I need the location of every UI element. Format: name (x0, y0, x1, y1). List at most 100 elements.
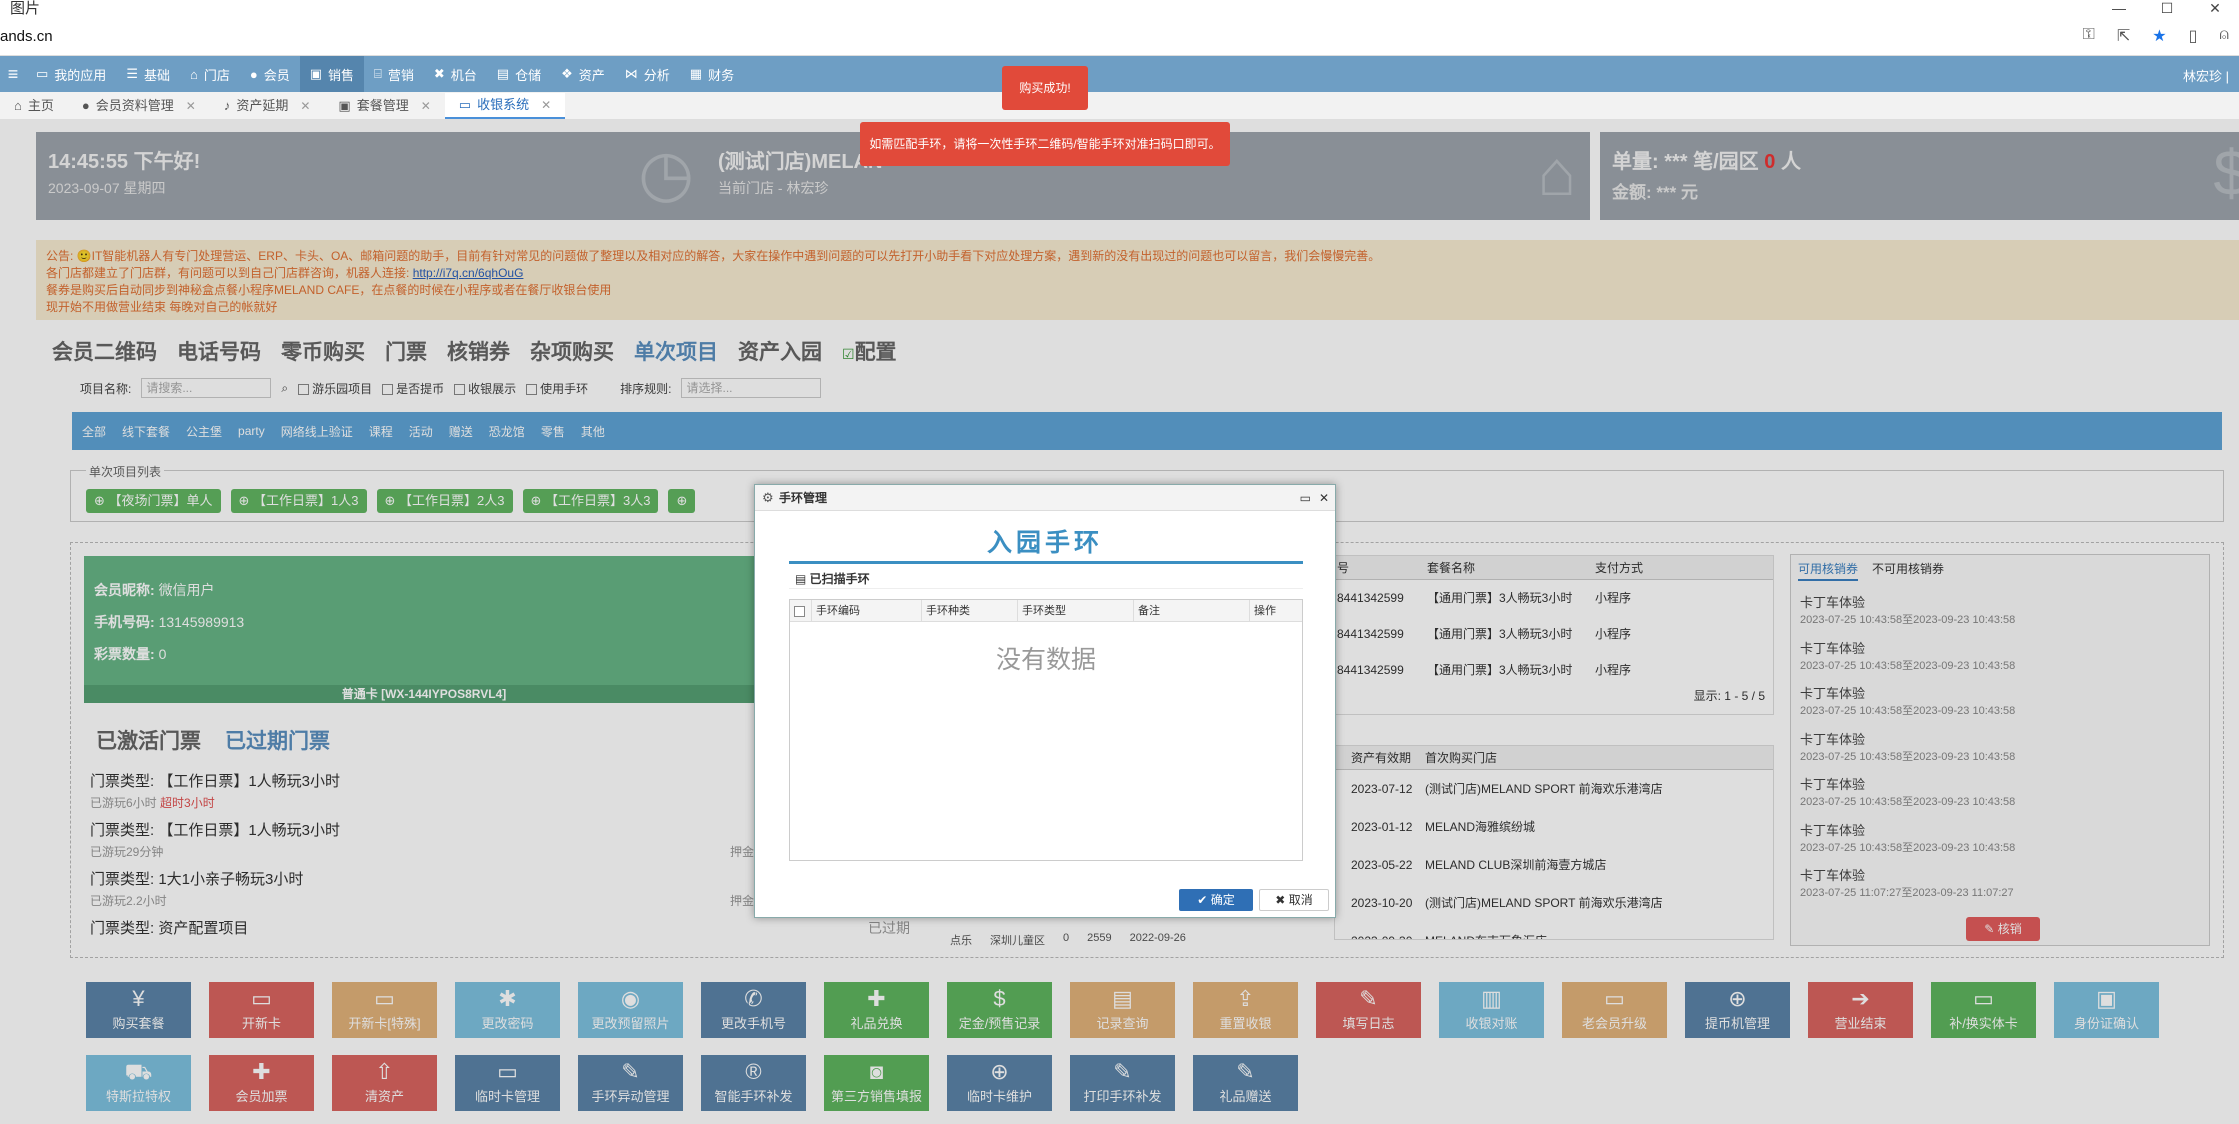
share-nodes-icon: ⋈ (624, 66, 638, 81)
dialog-title: 手环管理 (779, 491, 828, 505)
close-tab-icon[interactable]: ✕ (186, 93, 196, 119)
maximize-icon[interactable]: ▭ (1300, 485, 1311, 511)
user-icon: ● (249, 66, 258, 82)
nav-label: 会员 (263, 67, 290, 83)
col-header: 备注 (1134, 600, 1250, 621)
checkbox[interactable] (794, 605, 805, 617)
key-icon[interactable]: ⚿ (2083, 26, 2095, 46)
tab-label: 套餐管理 (356, 98, 409, 113)
close-icon[interactable]: ✕ (1319, 485, 1329, 511)
share-icon[interactable]: ⇱ (2117, 26, 2130, 46)
minimize-icon[interactable]: — (2095, 0, 2143, 26)
close-icon: ✖ (1275, 893, 1289, 907)
cancel-label: 取消 (1288, 893, 1313, 907)
menu-icon[interactable]: ≡ (0, 64, 26, 85)
tab-home[interactable]: ⌂ 主页 (0, 93, 68, 119)
nav-label: 门店 (203, 67, 230, 83)
cancel-button[interactable]: ✖ 取消 (1259, 889, 1329, 911)
warehouse-icon: ▤ (496, 66, 510, 81)
page-tabs: ⌂ 主页 ● 会员资料管理 ✕ ♪ 资产延期 ✕ ▣ 套餐管理 ✕ ▭ 收银系统 ✕ (0, 92, 2239, 120)
dialog-heading: 入园手环 (986, 529, 1103, 557)
window-controls: — ☐ ✕ (2095, 0, 2239, 26)
wristband-table-header: 手环编码 手环种类 手环类型 备注 操作 (790, 600, 1302, 622)
wristband-table: 手环编码 手环种类 手环类型 备注 操作 没有数据 (789, 599, 1303, 861)
dialog-header: ⚙ 手环管理 ▭ ✕ (755, 485, 1335, 511)
tab-package[interactable]: ▣ 套餐管理 ✕ (324, 93, 444, 119)
monitor-icon: ▭ (36, 66, 49, 81)
scanned-text: 已扫描手环 (809, 572, 870, 586)
nav-item-machine[interactable]: ✖ 机台 (424, 56, 487, 92)
window-title-bar: 图片 (0, 0, 2239, 26)
nav-item-marketing[interactable]: ⌸ 营销 (364, 56, 424, 92)
heading-divider (789, 561, 1303, 564)
check-icon: ✔ (1197, 893, 1211, 907)
bank-icon: ⌸ (374, 66, 382, 81)
nav-item-assets[interactable]: ❖ 资产 (551, 56, 615, 92)
gamepad-icon: ✖ (433, 66, 445, 81)
sitemap-icon: ⌂ (189, 66, 198, 82)
empty-message: 没有数据 (995, 646, 1096, 674)
home-icon: ⌂ (14, 98, 22, 113)
address-bar[interactable] (0, 24, 2239, 56)
nav-item-analysis[interactable]: ⋈ 分析 (615, 56, 680, 92)
url-text[interactable]: ands.cn (0, 28, 53, 45)
briefcase-icon: ▣ (309, 66, 323, 81)
window-title: 图片 (10, 0, 41, 17)
sidebar-icon[interactable]: ▯ (2189, 26, 2198, 46)
col-header: 手环编码 (812, 600, 922, 621)
nav-label: 基础 (143, 67, 170, 83)
bell-icon: ♪ (223, 98, 231, 113)
close-tab-icon[interactable]: ✕ (421, 93, 431, 119)
dialog-controls: ▭ ✕ (1300, 485, 1329, 511)
tab-label: 主页 (27, 98, 54, 113)
maximize-icon[interactable]: ☐ (2143, 0, 2191, 26)
nav-label: 仓储 (515, 67, 542, 83)
main-nav: ≡ ▭ 我的应用 ☰ 基础 ⌂ 门店 ● 会员 ▣ 销售 ⌸ 营销 ✖ 机台 ▤ 仓储 ❖ 资产 … (0, 56, 2239, 92)
close-tab-icon[interactable]: ✕ (541, 92, 551, 118)
gear-icon: ⚙ (762, 490, 774, 505)
nav-item-store[interactable]: ⌂ 门店 (180, 56, 240, 92)
nav-item-basic[interactable]: ☰ 基础 (116, 56, 180, 92)
nav-item-sales[interactable]: ▣ 销售 (299, 56, 365, 92)
close-icon[interactable]: ✕ (2191, 0, 2239, 26)
tab-member-profile[interactable]: ● 会员资料管理 ✕ (68, 93, 210, 119)
browser-toolbar-icons: ⚿ ⇱ ★ ▯ ⍝ (2083, 26, 2229, 46)
database-icon: ☰ (126, 66, 138, 81)
nav-item-storage[interactable]: ▤ 仓储 (487, 56, 551, 92)
select-all-checkbox[interactable] (790, 600, 812, 621)
nav-label: 机台 (450, 67, 477, 83)
nav-item-member[interactable]: ● 会员 (240, 56, 300, 92)
tab-asset-extension[interactable]: ♪ 资产延期 ✕ (210, 93, 325, 119)
scanned-label: ▤ 已扫描手环 (789, 569, 1303, 589)
bookmark-star-icon[interactable]: ★ (2152, 26, 2166, 46)
nav-item-finance[interactable]: ▦ 财务 (680, 56, 744, 92)
nav-label: 我的应用 (54, 67, 107, 83)
nav-label: 资产 (578, 67, 605, 83)
tab-cashier[interactable]: ▭ 收银系统 ✕ (444, 92, 566, 119)
table-icon: ▤ (795, 572, 810, 586)
current-user[interactable]: 林宏珍 | (2183, 66, 2229, 85)
monitor-icon: ▭ (458, 97, 472, 112)
col-header: 操作 (1254, 605, 1276, 617)
users-icon: ● (81, 98, 90, 113)
col-header: 手环种类 (922, 600, 1018, 621)
confirm-label: 确定 (1210, 893, 1235, 907)
nav-label: 分析 (643, 67, 670, 83)
nav-label: 销售 (328, 67, 355, 83)
tab-label: 会员资料管理 (95, 98, 174, 113)
confirm-button[interactable]: ✔ 确定 (1179, 889, 1253, 911)
col-header: 手环类型 (1018, 600, 1134, 621)
profile-icon[interactable]: ⍝ (2219, 26, 2229, 46)
nav-item-apps[interactable]: ▭ 我的应用 (26, 56, 116, 92)
calculator-icon: ▦ (689, 66, 703, 81)
tab-label: 资产延期 (236, 98, 289, 113)
success-toast: 购买成功! (1002, 66, 1088, 110)
cubes-icon: ❖ (561, 66, 573, 81)
bag-icon: ▣ (338, 98, 351, 113)
hint-toast: 如需匹配手环，请将一次性手环二维码/智能手环对准扫码口即可。 (860, 122, 1230, 166)
close-tab-icon[interactable]: ✕ (300, 93, 310, 119)
tab-label: 收银系统 (477, 97, 530, 112)
nav-label: 财务 (708, 67, 735, 83)
nav-label: 营销 (387, 67, 414, 83)
wristband-dialog: ⚙ 手环管理 ▭ ✕ 入园手环 ▤ 已扫描手环 手环编码 手环种类 手环类型 备注… (754, 484, 1336, 918)
